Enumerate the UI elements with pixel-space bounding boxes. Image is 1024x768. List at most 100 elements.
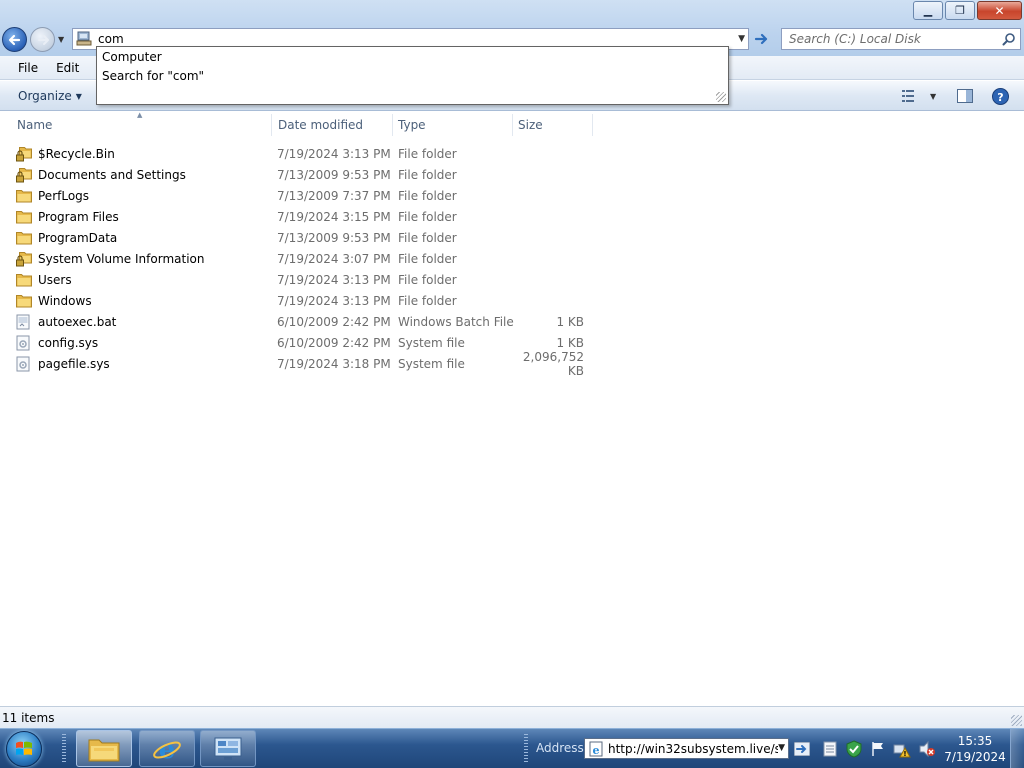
- folder-icon: [88, 739, 120, 761]
- minimize-icon: ▁: [923, 4, 933, 17]
- show-desktop-button[interactable]: [1010, 729, 1024, 768]
- address-input[interactable]: [98, 32, 718, 46]
- file-row[interactable]: Program Files 7/19/2024 3:15 PM File folde…: [16, 206, 596, 227]
- system-file-icon: [16, 356, 32, 372]
- locked-folder-icon: [16, 167, 32, 183]
- ie-page-icon: e: [589, 741, 603, 757]
- batch-file-icon: [16, 314, 32, 330]
- file-type: File folder: [398, 146, 457, 161]
- sort-ascending-icon: ▲: [137, 111, 143, 119]
- back-button[interactable]: [2, 27, 27, 52]
- arrow-left-icon: [8, 34, 20, 45]
- clock-date: 7/19/2024: [944, 750, 1006, 764]
- file-row[interactable]: Windows 7/19/2024 3:13 PM File folder: [16, 290, 596, 311]
- file-type: File folder: [398, 167, 457, 182]
- help-icon: ?: [992, 87, 1009, 105]
- folder-icon: [16, 230, 32, 246]
- svg-text:?: ?: [997, 91, 1003, 104]
- file-row[interactable]: PerfLogs 7/13/2009 7:37 PM File folder: [16, 185, 596, 206]
- status-bar: 11 items: [0, 706, 1024, 728]
- taskbar-grip[interactable]: [62, 734, 66, 762]
- file-type: File folder: [398, 251, 457, 266]
- resize-grip[interactable]: [1011, 715, 1022, 726]
- taskbar-explorer-button[interactable]: [76, 730, 132, 767]
- address-dropdown-icon[interactable]: ▼: [738, 34, 745, 44]
- file-row[interactable]: pagefile.sys 7/19/2024 3:18 PM System file…: [16, 350, 596, 378]
- restore-icon: ❐: [955, 4, 965, 17]
- taskbar-go-button[interactable]: [792, 739, 812, 759]
- column-divider[interactable]: [592, 114, 593, 136]
- search-icon[interactable]: [1002, 32, 1016, 46]
- minimize-button[interactable]: ▁: [913, 1, 943, 20]
- taskbar-ie-button[interactable]: e: [139, 730, 195, 767]
- file-type: File folder: [398, 209, 457, 224]
- column-header-size[interactable]: Size: [512, 114, 592, 136]
- column-name-label: Name: [17, 118, 53, 132]
- taskbar-server-manager-button[interactable]: [200, 730, 256, 767]
- file-row[interactable]: Users 7/19/2024 3:13 PM File folder: [16, 269, 596, 290]
- column-header-type[interactable]: Type: [392, 114, 512, 136]
- clock-time: 15:35: [957, 734, 993, 748]
- forward-button[interactable]: [30, 27, 55, 52]
- tray-network-warning-icon[interactable]: !: [893, 740, 911, 758]
- file-type: File folder: [398, 293, 457, 308]
- change-view-button[interactable]: ▼: [902, 88, 936, 104]
- view-dropdown-icon[interactable]: ▼: [930, 92, 936, 101]
- file-date-modified: 7/19/2024 3:13 PM: [277, 272, 391, 287]
- file-type: Windows Batch File: [398, 314, 514, 329]
- toolbar-grip[interactable]: [524, 734, 528, 762]
- close-icon: ✕: [994, 3, 1005, 18]
- resize-grip[interactable]: [716, 92, 726, 102]
- file-row[interactable]: Documents and Settings 7/13/2009 9:53 PM F…: [16, 164, 596, 185]
- recent-pages-dropdown-icon[interactable]: ▼: [58, 35, 64, 44]
- taskbar-address-input[interactable]: [608, 741, 778, 756]
- search-input[interactable]: [789, 32, 999, 46]
- svg-text:!: !: [903, 750, 906, 758]
- help-button[interactable]: ?: [992, 87, 1009, 105]
- taskbar-address-dropdown-icon[interactable]: ▼: [778, 743, 785, 753]
- taskbar-address-bar[interactable]: e ▼: [584, 738, 789, 759]
- go-button[interactable]: [751, 29, 773, 49]
- tray-security-shield-icon[interactable]: [845, 740, 863, 758]
- column-date-label: Date modified: [278, 118, 364, 132]
- restore-button[interactable]: ❐: [945, 1, 975, 20]
- tray-action-center-flag-icon[interactable]: [869, 740, 887, 758]
- search-box[interactable]: [781, 28, 1021, 50]
- autocomplete-item-search[interactable]: Search for "com": [102, 69, 204, 83]
- file-size: 1 KB: [556, 335, 584, 350]
- file-name: ProgramData: [38, 230, 118, 245]
- file-row[interactable]: System Volume Information 7/19/2024 3:07 …: [16, 248, 596, 269]
- file-type: File folder: [398, 188, 457, 203]
- column-header-date[interactable]: Date modified: [272, 114, 392, 136]
- file-type: File folder: [398, 272, 457, 287]
- organize-button[interactable]: Organize ▼: [18, 89, 82, 103]
- windows-logo-icon: [16, 741, 32, 755]
- file-name: autoexec.bat: [38, 314, 117, 329]
- file-date-modified: 7/19/2024 3:15 PM: [277, 209, 391, 224]
- file-date-modified: 7/19/2024 3:13 PM: [277, 293, 391, 308]
- autocomplete-item-computer[interactable]: Computer: [102, 50, 162, 64]
- system-clock[interactable]: 15:35 7/19/2024: [944, 733, 1006, 765]
- tray-volume-muted-icon[interactable]: [918, 740, 936, 758]
- close-button[interactable]: ✕: [977, 1, 1022, 20]
- preview-pane-button[interactable]: [957, 88, 973, 104]
- start-button[interactable]: [6, 731, 42, 767]
- file-type: System file: [398, 335, 465, 350]
- go-arrow-icon: [794, 742, 810, 756]
- file-type: System file: [398, 356, 465, 371]
- file-name: Documents and Settings: [38, 167, 186, 182]
- file-name: pagefile.sys: [38, 356, 110, 371]
- file-date-modified: 7/19/2024 3:13 PM: [277, 146, 391, 161]
- window-controls: ▁ ❐ ✕: [913, 1, 1022, 20]
- file-date-modified: 7/13/2009 9:53 PM: [277, 167, 391, 182]
- file-date-modified: 6/10/2009 2:42 PM: [277, 335, 391, 350]
- menu-file[interactable]: File: [7, 61, 45, 75]
- tray-document-icon[interactable]: [821, 740, 839, 758]
- menu-edit[interactable]: Edit: [45, 61, 86, 75]
- file-row[interactable]: $Recycle.Bin 7/19/2024 3:13 PM File folder: [16, 143, 596, 164]
- file-row[interactable]: autoexec.bat 6/10/2009 2:42 PM Windows Bat…: [16, 311, 596, 332]
- svg-text:e: e: [593, 744, 600, 757]
- file-row[interactable]: ProgramData 7/13/2009 9:53 PM File folder: [16, 227, 596, 248]
- file-date-modified: 7/19/2024 3:07 PM: [277, 251, 391, 266]
- file-name: config.sys: [38, 335, 99, 350]
